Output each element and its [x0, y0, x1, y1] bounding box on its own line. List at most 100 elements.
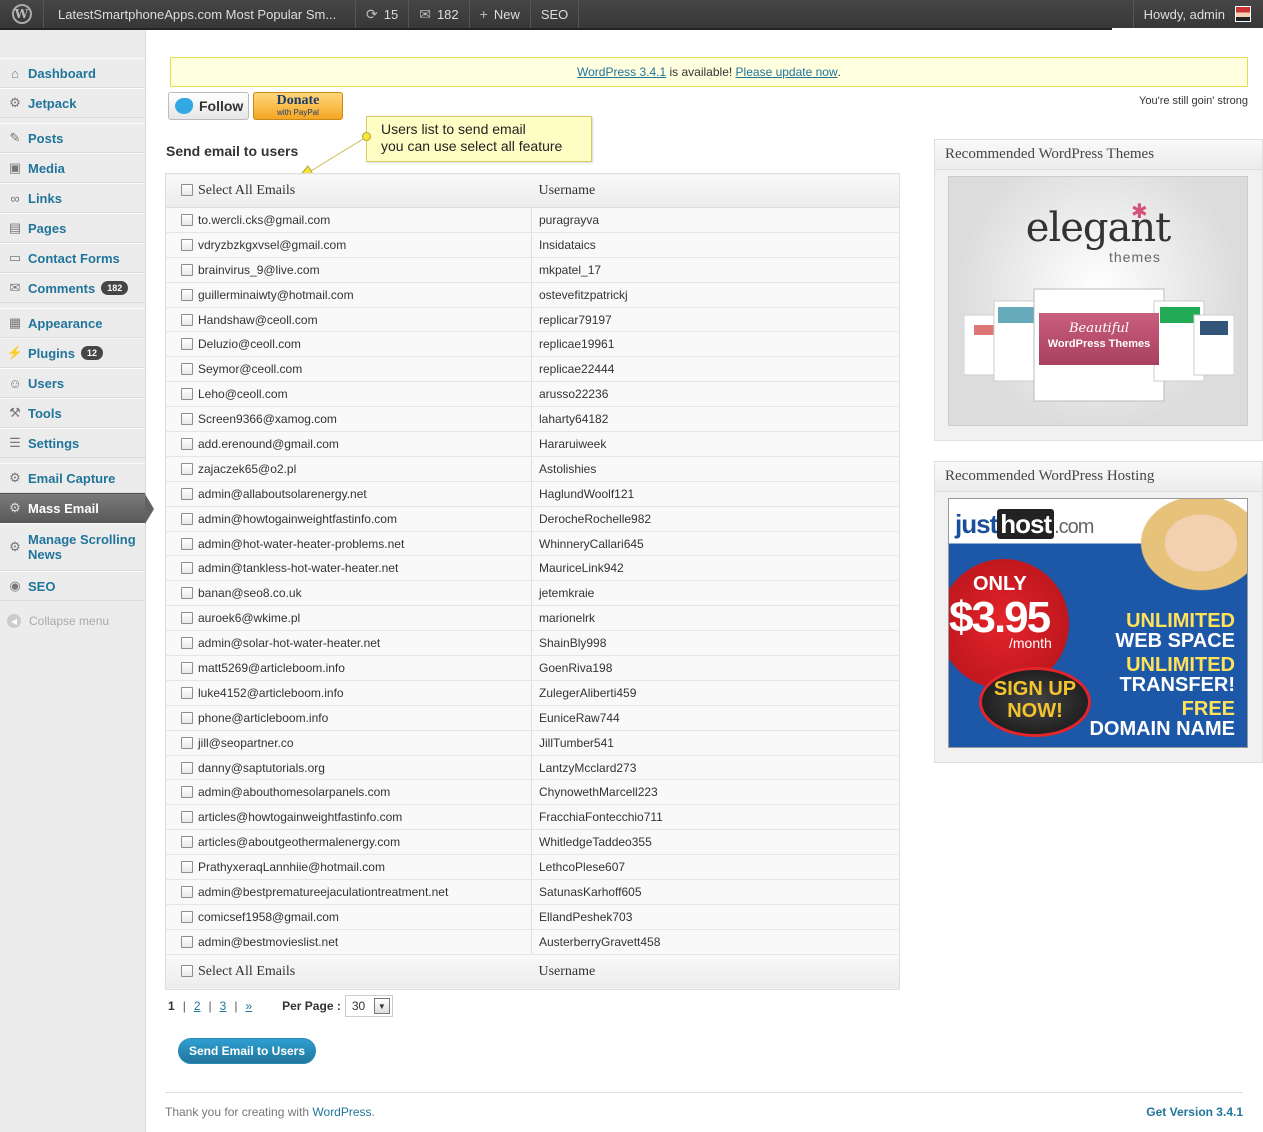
- sidebar-item-mass-email[interactable]: ⚙ Mass Email: [0, 493, 154, 524]
- count-badge: 182: [101, 281, 129, 295]
- select-all-header[interactable]: Select All Emails: [165, 173, 532, 208]
- contact-forms-icon: ▭: [8, 250, 22, 265]
- row-checkbox[interactable]: [181, 562, 193, 575]
- select-all-footer[interactable]: Select All Emails: [165, 953, 532, 990]
- sidebar-item-label: Comments: [28, 280, 96, 296]
- row-checkbox[interactable]: [181, 661, 193, 674]
- sidebar-item-media[interactable]: ▣ Media: [0, 153, 145, 183]
- row-checkbox[interactable]: [181, 213, 193, 226]
- page-2-link[interactable]: 2: [194, 999, 201, 1013]
- row-checkbox[interactable]: [181, 736, 193, 749]
- send-email-button[interactable]: Send Email to Users: [178, 1038, 316, 1064]
- row-checkbox[interactable]: [181, 786, 193, 799]
- row-checkbox[interactable]: [181, 238, 193, 251]
- row-checkbox[interactable]: [181, 338, 193, 351]
- email-cell: admin@tankless-hot-water-heater.net: [165, 555, 532, 582]
- sidebar-item-pages[interactable]: ▤ Pages: [0, 213, 145, 243]
- sidebar-item-dashboard[interactable]: ⌂ Dashboard: [0, 58, 145, 88]
- row-checkbox[interactable]: [181, 388, 193, 401]
- username-cell: replicae22444: [531, 356, 900, 383]
- sidebar-item-email-capture[interactable]: ⚙ Email Capture: [0, 463, 145, 493]
- wordpress-logo-menu[interactable]: W: [0, 0, 44, 28]
- row-checkbox[interactable]: [181, 537, 193, 550]
- sidebar-item-jetpack[interactable]: ⚙ Jetpack: [0, 88, 145, 118]
- new-content-link[interactable]: + New: [470, 0, 531, 28]
- site-name-link[interactable]: LatestSmartphoneApps.com Most Popular Sm…: [44, 0, 356, 28]
- wordpress-version-link[interactable]: WordPress 3.4.1: [577, 65, 666, 79]
- collapse-menu-button[interactable]: ◀ Collapse menu: [0, 606, 145, 636]
- row-checkbox[interactable]: [181, 761, 193, 774]
- select-all-checkbox-footer[interactable]: [181, 964, 193, 977]
- table-row: admin@bestprematureejaculationtreatment.…: [165, 879, 900, 905]
- get-version-link[interactable]: Get Version 3.4.1: [1146, 1105, 1243, 1119]
- sidebar-item-contact-forms[interactable]: ▭ Contact Forms: [0, 243, 145, 273]
- email-cell: add.erenound@gmail.com: [165, 431, 532, 457]
- sidebar-item-appearance[interactable]: ▦ Appearance: [0, 308, 145, 338]
- email-text: admin@hot-water-heater-problems.net: [198, 536, 405, 551]
- username-cell: replicae19961: [531, 331, 900, 358]
- comments-link[interactable]: ✉ 182: [409, 0, 470, 28]
- row-checkbox[interactable]: [181, 512, 193, 525]
- table-row: comicsef1958@gmail.com EllandPeshek703: [165, 903, 900, 930]
- justhost-ad[interactable]: just host .com ONLY $3.95 /month SIGN UP N…: [948, 498, 1248, 748]
- row-checkbox[interactable]: [181, 910, 193, 923]
- updates-link[interactable]: ⟳ 15: [356, 0, 410, 28]
- row-checkbox[interactable]: [181, 711, 193, 724]
- next-page-link[interactable]: »: [245, 999, 252, 1013]
- sidebar-item-links[interactable]: ∞ Links: [0, 183, 145, 213]
- sidebar-item-tools[interactable]: ⚒ Tools: [0, 398, 145, 428]
- sidebar-item-plugins[interactable]: ⚡ Plugins 12: [0, 338, 145, 368]
- row-checkbox[interactable]: [181, 437, 193, 450]
- paypal-donate-button[interactable]: Donate with PayPal: [253, 92, 343, 120]
- email-text: admin@tankless-hot-water-heater.net: [198, 561, 399, 576]
- users-table-body: to.wercli.cks@gmail.com puragrayva vdryzbz…: [165, 207, 900, 955]
- email-cell: Screen9366@xamog.com: [165, 406, 532, 433]
- row-checkbox[interactable]: [181, 288, 193, 301]
- row-checkbox[interactable]: [181, 487, 193, 500]
- row-checkbox[interactable]: [181, 637, 193, 650]
- row-checkbox[interactable]: [181, 612, 193, 625]
- row-checkbox[interactable]: [181, 861, 193, 874]
- email-cell: articles@aboutgeothermalenergy.com: [165, 829, 532, 856]
- widget-title: Recommended WordPress Hosting: [935, 462, 1262, 492]
- seo-menu-link[interactable]: SEO: [531, 0, 580, 28]
- username-cell: WhinneryCallari645: [531, 530, 900, 557]
- elegant-themes-ad[interactable]: elegant ✱ themes Beautiful WordPress The…: [948, 176, 1248, 426]
- sidebar-item-seo[interactable]: ◉ SEO: [0, 571, 145, 601]
- row-checkbox[interactable]: [181, 587, 193, 600]
- row-checkbox[interactable]: [181, 263, 193, 276]
- row-checkbox[interactable]: [181, 462, 193, 475]
- row-checkbox[interactable]: [181, 935, 193, 948]
- email-cell: admin@howtogainweightfastinfo.com: [165, 505, 532, 532]
- admin-bar: W LatestSmartphoneApps.com Most Popular …: [0, 0, 1263, 28]
- table-row: articles@aboutgeothermalenergy.com Whitle…: [165, 829, 900, 856]
- my-account-link[interactable]: Howdy, admin: [1132, 0, 1263, 28]
- sidebar-item-manage-scrolling-news[interactable]: ⚙ Manage Scrolling News: [0, 523, 145, 571]
- sidebar-item-users[interactable]: ☺ Users: [0, 368, 145, 398]
- row-checkbox[interactable]: [181, 413, 193, 426]
- email-cell: brainvirus_9@live.com: [165, 256, 532, 283]
- per-page-select[interactable]: 30 ▼: [344, 995, 393, 1017]
- row-checkbox[interactable]: [181, 686, 193, 699]
- email-text: jill@seopartner.co: [198, 735, 294, 750]
- update-now-link[interactable]: Please update now: [736, 65, 838, 79]
- sidebar-item-settings[interactable]: ☰ Settings: [0, 428, 145, 458]
- table-row: add.erenound@gmail.com Hararuiweek: [165, 431, 900, 457]
- row-checkbox[interactable]: [181, 313, 193, 326]
- email-text: auroek6@wkime.pl: [198, 611, 301, 626]
- links-icon: ∞: [10, 190, 20, 206]
- sidebar-item-label: Manage Scrolling News: [28, 532, 136, 562]
- row-checkbox[interactable]: [181, 811, 193, 824]
- row-checkbox[interactable]: [181, 836, 193, 849]
- row-checkbox[interactable]: [181, 885, 193, 898]
- select-all-checkbox[interactable]: [181, 183, 193, 196]
- page-3-link[interactable]: 3: [220, 999, 227, 1013]
- sidebar-item-comments[interactable]: ✉ Comments 182: [0, 273, 145, 303]
- callout-dot: [362, 132, 371, 141]
- username-cell: LethcoPlese607: [531, 854, 900, 881]
- wordpress-footer-link[interactable]: WordPress: [312, 1105, 371, 1119]
- table-row: jill@seopartner.co JillTumber541: [165, 729, 900, 756]
- row-checkbox[interactable]: [181, 363, 193, 376]
- twitter-follow-button[interactable]: Follow: [168, 92, 249, 120]
- sidebar-item-posts[interactable]: ✎ Posts: [0, 123, 145, 153]
